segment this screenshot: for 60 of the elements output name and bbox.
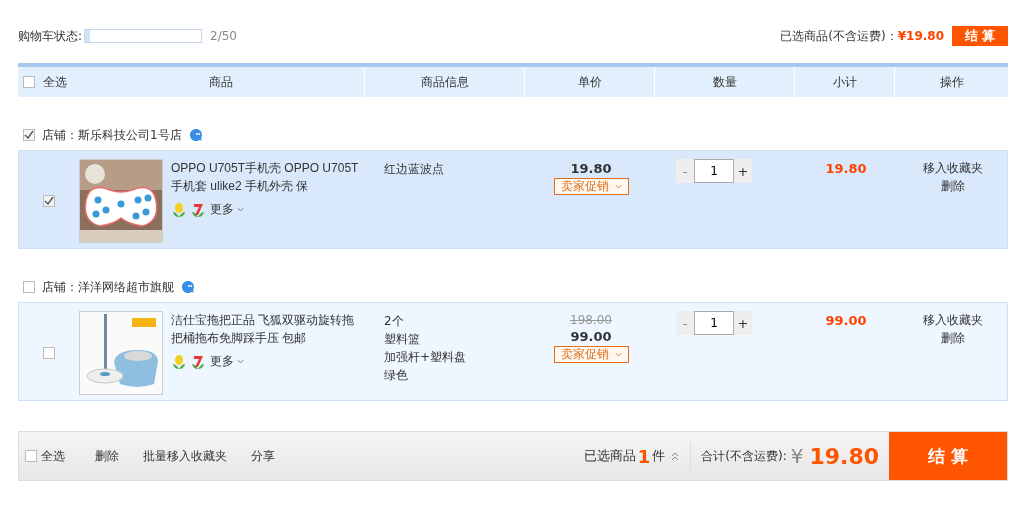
item-checkbox[interactable] [43,347,55,359]
seven-badge-icon [190,201,206,218]
total-label: 合计(不含运费): [701,447,787,465]
subtotal: 19.80 [825,161,867,178]
cart-count: 2/50 [210,29,237,43]
column-header: 操作 [938,73,965,91]
sku-option: 红边蓝波点 [384,160,526,178]
product-title[interactable]: 洁仕宝拖把正品 飞狐双驱动旋转拖把桶拖布免脚踩手压 包邮 [171,311,361,347]
column-header: 商品信息 [365,67,525,97]
total-amount: 19.80 [809,443,879,469]
flower-badge-icon [171,201,187,218]
chevron-down-icon[interactable] [237,358,244,365]
action-link[interactable]: 删除 [940,329,965,347]
subtotal: 99.00 [825,313,867,330]
chat-icon[interactable] [181,280,195,294]
shop-checkbox[interactable] [23,281,35,293]
footer-link[interactable]: 分享 [251,447,275,465]
chevron-down-icon [614,183,622,190]
selected-total-label: 已选商品(不含运费)： [780,27,898,45]
seven-badge-icon [190,353,206,370]
chevron-up-icon[interactable] [670,451,681,461]
action-link[interactable]: 删除 [940,177,965,195]
unit-price: 19.80 [570,160,612,178]
original-price: 198.00 [570,312,612,328]
more-link[interactable]: 更多 [210,353,234,370]
chat-icon[interactable] [188,128,203,142]
sku-option: 塑料篮 [384,330,526,348]
column-header: 单价 [525,67,655,97]
currency-sign: ¥ [790,444,804,468]
chevron-down-icon [614,351,622,358]
column-header: 小计 [795,67,895,97]
select-all-label: 全选 [43,73,67,91]
quantity-field[interactable]: 1 [694,159,734,183]
cart-status-label: 购物车状态: [18,27,83,45]
selected-count: 1 [637,445,651,467]
quantity-field[interactable]: 1 [694,311,734,335]
action-link[interactable]: 移入收藏夹 [922,159,983,177]
select-all-label: 全选 [41,447,65,465]
product-title[interactable]: OPPO U705T手机壳 OPPO U705T手机套 ulike2 手机外壳 保 [171,159,361,195]
selected-unit: 件 [652,447,666,465]
selected-total: ¥19.80 [897,29,944,43]
select-all-checkbox[interactable] [25,450,37,462]
footer-link[interactable]: 批量移入收藏夹 [143,447,227,465]
sku-option: 绿色 [384,366,526,384]
action-link[interactable]: 移入收藏夹 [922,311,983,329]
more-link[interactable]: 更多 [210,201,234,218]
shop-name[interactable]: 店铺：洋洋网络超市旗舰 [42,278,174,296]
column-header: 商品 [78,67,365,97]
footer-link[interactable]: 删除 [95,447,119,465]
flower-badge-icon [171,353,187,370]
unit-price: 99.00 [570,328,612,346]
shop-checkbox[interactable] [23,129,35,141]
sku-option: 加强杆+塑料盘 [384,348,526,366]
select-all-checkbox[interactable] [23,76,35,88]
column-header: 数量 [655,67,795,97]
item-checkbox[interactable] [43,195,55,207]
selected-count-label: 已选商品 [583,447,636,465]
chevron-down-icon[interactable] [237,206,244,213]
sku-option: 2个 [384,312,526,330]
shop-name[interactable]: 店铺：斯乐科技公司1号店 [42,126,182,144]
